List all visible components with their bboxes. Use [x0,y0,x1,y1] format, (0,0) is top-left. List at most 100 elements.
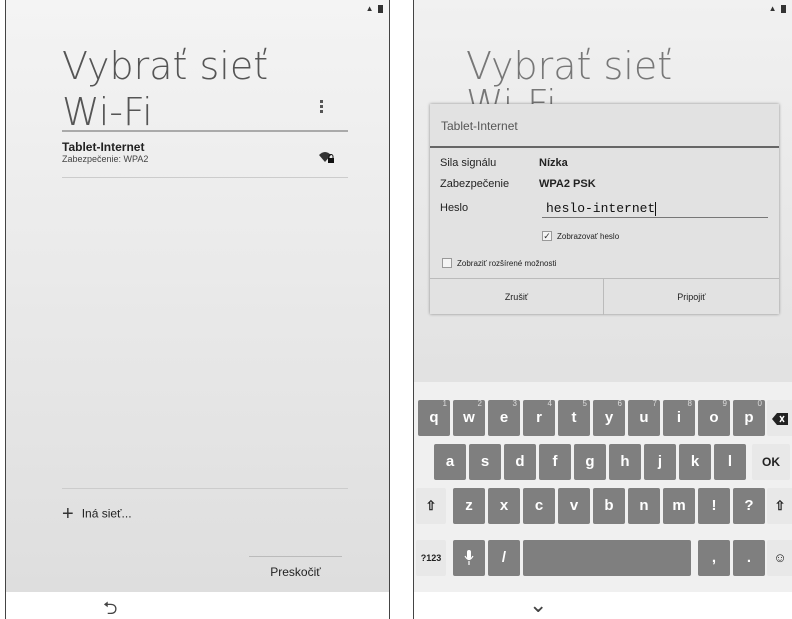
key-m[interactable]: m [663,488,695,524]
key-number: 2 [477,399,482,408]
signal-icon: ▲ [365,4,375,14]
key-h[interactable]: h [609,444,641,480]
wifi-password-screen: ▲ Vybrať sieť Wi-Fi Tablet-Internet Sila… [413,0,792,619]
key-number: 3 [512,399,517,408]
key-s[interactable]: s [469,444,501,480]
battery-icon [781,4,786,13]
key-number: 8 [687,399,692,408]
key-i[interactable]: i8 [663,399,695,436]
cancel-button[interactable]: Zrušiť [430,279,604,315]
key-a[interactable]: a [434,444,466,480]
period-key[interactable]: . [733,540,765,576]
key-label: q [429,409,439,426]
show-password-label: Zobrazovať heslo [557,232,620,241]
dialog-title: Tablet-Internet [430,104,779,148]
key-number: 5 [582,399,587,408]
shift-key-left[interactable]: ⇧ [416,488,446,524]
key-number: 9 [722,399,727,408]
key-k[interactable]: k [679,444,711,480]
key-label: p [744,409,754,426]
microphone-key[interactable] [453,540,485,576]
emoji-icon: ☺ [773,550,787,565]
backspace-icon [772,412,788,425]
signal-icon: ▲ [768,4,778,14]
chevron-down-icon[interactable]: ⌄ [529,592,547,618]
connect-button[interactable]: Pripojiť [604,279,779,315]
key-label: y [604,409,614,426]
key-label: i [676,409,682,426]
show-password-checkbox[interactable]: ✓ [542,231,552,241]
key-r[interactable]: r4 [523,399,555,436]
plus-icon: + [62,503,74,525]
symbols-key[interactable]: ?123 [416,540,446,576]
key-v[interactable]: v [558,488,590,524]
key-x[interactable]: x [488,488,520,524]
key-f[interactable]: f [539,444,571,480]
signal-value: Nízka [539,157,568,169]
shift-key-right[interactable]: ⇧ [767,488,792,524]
key-u[interactable]: u7 [628,399,660,436]
backspace-key[interactable] [767,400,792,436]
signal-label: Sila signálu [440,157,497,169]
wifi-lock-icon [319,152,334,163]
add-other-network[interactable]: + Iná sieť... [62,488,348,526]
key-w[interactable]: w2 [453,399,485,436]
key-o[interactable]: o9 [698,399,730,436]
key-number: 7 [652,399,657,408]
key-b[interactable]: b [593,488,625,524]
key-n[interactable]: n [628,488,660,524]
other-network-label: Iná sieť... [81,506,132,521]
key-e[interactable]: e3 [488,399,520,436]
key-number: 4 [547,399,552,408]
key-p[interactable]: p0 [733,399,765,436]
skip-button[interactable]: Preskočiť [249,556,342,588]
network-name: Tablet-Internet [62,140,145,154]
key-d[interactable]: d [504,444,536,480]
wifi-connect-dialog: Tablet-Internet Sila signálu Nízka Zabez… [430,104,779,315]
dialog-button-bar: Zrušiť Pripojiť [430,278,779,315]
password-value: heslo-internet [546,201,656,216]
comma-key[interactable]: , [698,540,730,576]
space-key[interactable] [523,540,691,576]
status-bar-icons: ▲ [366,3,383,13]
key-label: w [463,409,475,426]
key-label: u [639,409,649,426]
key-question[interactable]: ? [733,488,765,524]
navigation-bar: ⌄ [414,592,792,619]
emoji-key[interactable]: ☺ [767,540,792,576]
title-divider [62,130,348,132]
key-g[interactable]: g [574,444,606,480]
key-z[interactable]: z [453,488,485,524]
key-number: 1 [442,399,447,408]
shift-icon: ⇧ [774,498,786,513]
key-q[interactable]: q1 [418,399,450,436]
back-icon[interactable]: ⮌ [103,596,117,619]
key-number: 6 [617,399,622,408]
overflow-menu-icon[interactable] [320,100,324,114]
battery-icon [378,4,383,13]
key-t[interactable]: t5 [558,399,590,436]
onscreen-keyboard: q1 w2 e3 r4 t5 y6 u7 i8 o9 p0 a s d f g … [414,382,792,592]
page-title-line2: Wi-Fi [62,90,153,134]
status-bar-icons: ▲ [769,3,786,13]
key-y[interactable]: y6 [593,399,625,436]
key-j[interactable]: j [644,444,676,480]
microphone-icon [464,550,474,566]
slash-key[interactable]: / [488,540,520,576]
navigation-bar: ⮌ [6,592,389,619]
password-input[interactable]: heslo-internet [542,200,768,218]
key-number: 0 [757,399,762,408]
advanced-options-label: Zobraziť rozšírené možnosti [457,259,557,268]
key-label: r [536,409,542,426]
key-l[interactable]: l [714,444,746,480]
ok-key[interactable]: OK [752,444,790,480]
shift-icon: ⇧ [425,498,437,513]
network-list-item[interactable]: Tablet-Internet Zabezpečenie: WPA2 [62,140,348,178]
key-c[interactable]: c [523,488,555,524]
page-title-line1: Vybrať sieť [62,44,269,88]
wifi-select-screen: ▲ Vybrať sieť Wi-Fi Tablet-Internet Zabe… [5,0,390,619]
network-security: Zabezpečenie: WPA2 [62,154,149,164]
advanced-options-checkbox[interactable] [442,258,452,268]
key-exclamation[interactable]: ! [698,488,730,524]
key-label: e [499,409,509,426]
